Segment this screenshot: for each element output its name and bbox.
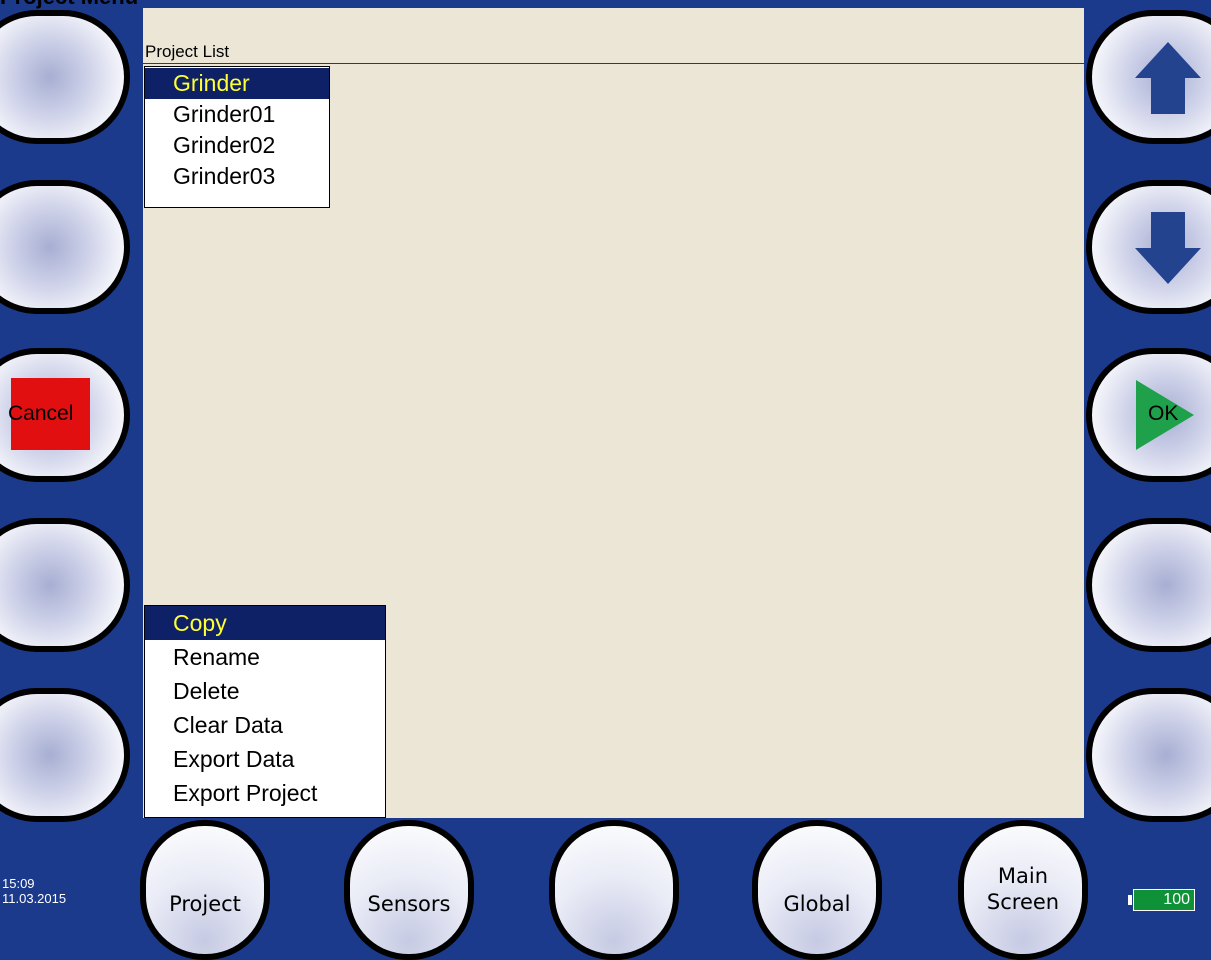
battery-level: 100 xyxy=(1163,891,1190,908)
arrow-up-icon xyxy=(1135,42,1201,114)
menu-item-clear-data[interactable]: Clear Data xyxy=(145,708,385,742)
right-softkey-5[interactable] xyxy=(1086,688,1211,822)
main-screen-button[interactable]: Main Screen xyxy=(958,820,1088,960)
main-screen-label-line2: Screen xyxy=(986,890,1060,914)
arrow-down-icon xyxy=(1135,212,1201,284)
menu-item-copy[interactable]: Copy xyxy=(145,606,385,640)
project-list-caption: Project List xyxy=(145,42,230,61)
global-button-label: Global xyxy=(783,892,851,916)
sensors-button-label: Sensors xyxy=(367,892,451,916)
sensors-button[interactable]: Sensors xyxy=(344,820,474,960)
clock: 15:09 11.03.2015 xyxy=(2,876,66,906)
project-list-item-grinder[interactable]: Grinder xyxy=(145,68,329,99)
project-list-item-grinder01[interactable]: Grinder01 xyxy=(145,99,329,130)
top-bar xyxy=(0,0,1211,8)
left-softkey-4[interactable] xyxy=(0,518,130,652)
cancel-label: Cancel xyxy=(8,402,74,425)
project-list-item-grinder03[interactable]: Grinder03 xyxy=(145,161,329,192)
global-button[interactable]: Global xyxy=(752,820,882,960)
main-screen: Project List Grinder Grinder01 Grinder02… xyxy=(143,8,1084,818)
left-softkey-1[interactable] xyxy=(0,10,130,144)
caption-divider xyxy=(143,63,1084,64)
menu-item-rename[interactable]: Rename xyxy=(145,640,385,674)
left-softkey-2[interactable] xyxy=(0,180,130,314)
window-title: Project Menu xyxy=(0,0,138,8)
date-text: 11.03.2015 xyxy=(2,891,67,906)
right-softkey-4[interactable] xyxy=(1086,518,1211,652)
project-list: Grinder Grinder01 Grinder02 Grinder03 xyxy=(144,66,330,208)
menu-item-export-data[interactable]: Export Data xyxy=(145,742,385,776)
battery-cap xyxy=(1128,895,1132,905)
ok-label: OK xyxy=(1148,402,1179,425)
battery-indicator: 100 xyxy=(1133,889,1195,911)
menu-item-export-project[interactable]: Export Project xyxy=(145,776,385,810)
project-list-item-grinder02[interactable]: Grinder02 xyxy=(145,130,329,161)
project-button[interactable]: Project xyxy=(140,820,270,960)
action-menu: Copy Rename Delete Clear Data Export Dat… xyxy=(144,605,386,818)
main-screen-label-line1: Main xyxy=(997,864,1049,888)
left-softkey-5[interactable] xyxy=(0,688,130,822)
project-button-label: Project xyxy=(169,892,241,916)
time-text: 15:09 xyxy=(2,876,35,891)
menu-item-delete[interactable]: Delete xyxy=(145,674,385,708)
empty-softkey[interactable] xyxy=(549,820,679,960)
